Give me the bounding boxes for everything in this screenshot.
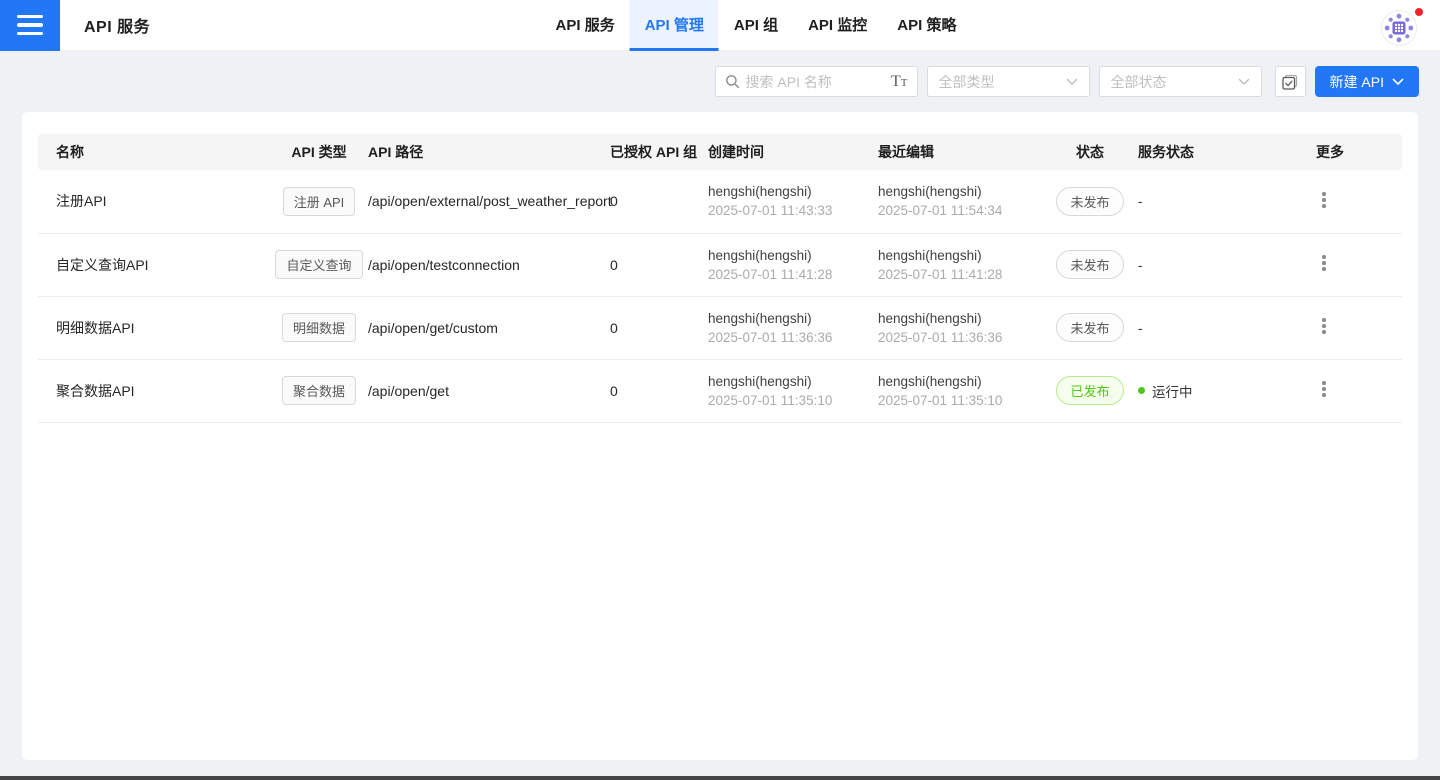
created-at: 2025-07-01 11:41:28 [708,265,878,284]
api-name-link[interactable]: 自定义查询API [56,257,149,273]
created-at: 2025-07-01 11:43:33 [708,201,878,220]
status-badge: 未发布 [1056,187,1123,216]
service-status: - [1138,258,1143,273]
table-body: 注册API 注册 API /api/open/external/post_wea… [38,170,1402,422]
col-header-created: 创建时间 [708,134,878,170]
col-header-path: API 路径 [368,134,610,170]
authorized-groups-count: 0 [610,320,618,336]
chevron-down-icon [1392,78,1404,86]
created-by: hengshi(hengshi) [708,372,878,391]
table-row: 自定义查询API 自定义查询 /api/open/testconnection … [38,233,1402,296]
created-by: hengshi(hengshi) [708,182,878,201]
authorized-groups-count: 0 [610,257,618,273]
api-type-tag: 自定义查询 [275,250,362,279]
api-type-tag: 注册 API [283,187,356,216]
created-at: 2025-07-01 11:36:36 [708,328,878,347]
more-actions-button[interactable] [1316,312,1332,341]
created-by: hengshi(hengshi) [708,309,878,328]
window-bottom-edge [0,776,1440,780]
chevron-down-icon [1066,78,1078,86]
service-status: - [1138,321,1143,336]
service-status: - [1138,194,1143,209]
edited-at: 2025-07-01 11:41:28 [878,265,1046,284]
status-filter-select[interactable]: 全部状态 [1099,66,1262,97]
col-header-edited: 最近编辑 [878,134,1046,170]
table-header-row: 名称 API 类型 API 路径 已授权 API 组 创建时间 最近编辑 状态 … [38,134,1402,170]
created-by: hengshi(hengshi) [708,246,878,265]
status-badge: 已发布 [1056,376,1123,405]
hamburger-menu-button[interactable] [0,0,60,51]
notification-dot [1415,8,1423,16]
type-filter-select[interactable]: 全部类型 [927,66,1090,97]
account-area [1381,8,1423,48]
more-actions-button[interactable] [1316,375,1332,404]
col-header-type: API 类型 [270,134,368,170]
table-row: 聚合数据API 聚合数据 /api/open/get 0 hengshi(hen… [38,359,1402,422]
edited-at: 2025-07-01 11:54:34 [878,201,1046,220]
col-header-name: 名称 [38,134,270,170]
authorized-groups-count: 0 [610,193,618,209]
api-name-link[interactable]: 注册API [56,193,107,209]
api-name-link[interactable]: 明细数据API [56,320,135,336]
edited-at: 2025-07-01 11:35:10 [878,391,1046,410]
tab-api-monitor[interactable]: API 监控 [793,0,882,51]
more-actions-button[interactable] [1316,249,1332,278]
top-header: API 服务 API 服务 API 管理 API 组 API 监控 API 策略 [0,0,1440,51]
api-path: /api/open/get/custom [368,320,498,336]
running-dot-icon [1138,387,1145,394]
status-badge: 未发布 [1056,313,1123,342]
service-status: 运行中 [1138,381,1193,401]
chevron-down-icon [1238,78,1250,86]
api-name-link[interactable]: 聚合数据API [56,383,135,399]
edited-by: hengshi(hengshi) [878,309,1046,328]
api-type-tag: 聚合数据 [282,376,356,405]
more-actions-button[interactable] [1316,186,1332,215]
col-header-status: 状态 [1046,134,1134,170]
col-header-groups: 已授权 API 组 [610,134,708,170]
batch-checkbox-icon [1281,73,1299,91]
batch-select-button[interactable] [1275,66,1306,97]
col-header-service: 服务状态 [1134,134,1290,170]
created-at: 2025-07-01 11:35:10 [708,391,878,410]
hengshi-logo-icon [1384,13,1414,43]
status-badge: 未发布 [1056,250,1123,279]
api-path: /api/open/get [368,383,449,399]
filter-toolbar: TT 全部类型 全部状态 新建 API [715,66,1419,97]
api-type-tag: 明细数据 [282,313,356,342]
api-table-card: 名称 API 类型 API 路径 已授权 API 组 创建时间 最近编辑 状态 … [22,112,1418,760]
search-icon [725,74,740,89]
api-table: 名称 API 类型 API 路径 已授权 API 组 创建时间 最近编辑 状态 … [38,134,1402,423]
app-logo[interactable] [1381,10,1417,46]
api-path: /api/open/external/post_weather_report [368,193,612,209]
edited-at: 2025-07-01 11:36:36 [878,328,1046,347]
tab-api-service[interactable]: API 服务 [541,0,630,51]
edited-by: hengshi(hengshi) [878,246,1046,265]
create-api-button[interactable]: 新建 API [1315,66,1419,97]
nav-tabs: API 服务 API 管理 API 组 API 监控 API 策略 [541,0,972,51]
edited-by: hengshi(hengshi) [878,182,1046,201]
edited-by: hengshi(hengshi) [878,372,1046,391]
tab-api-policy[interactable]: API 策略 [882,0,971,51]
tab-api-management[interactable]: API 管理 [630,0,719,51]
search-input[interactable] [746,74,891,90]
api-path: /api/open/testconnection [368,257,520,273]
match-case-icon[interactable]: TT [891,74,908,90]
table-row: 注册API 注册 API /api/open/external/post_wea… [38,170,1402,233]
table-row: 明细数据API 明细数据 /api/open/get/custom 0 heng… [38,296,1402,359]
col-header-more: 更多 [1290,134,1402,170]
tab-api-group[interactable]: API 组 [719,0,793,51]
page-title: API 服务 [84,13,150,37]
authorized-groups-count: 0 [610,383,618,399]
search-box[interactable]: TT [715,66,918,97]
